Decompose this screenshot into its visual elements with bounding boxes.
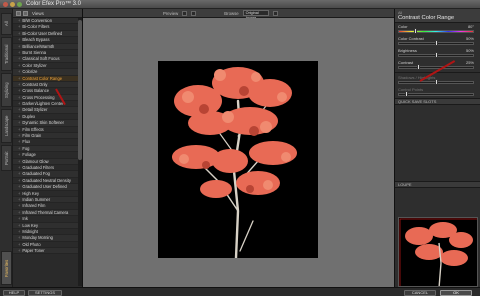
settings-button[interactable]: SETTINGS	[28, 289, 62, 296]
slider-handle[interactable]	[405, 91, 409, 97]
category-tabs: All Traditional Stylizing Landscape Port…	[0, 9, 13, 287]
preview-image[interactable]	[158, 61, 318, 258]
slider-value: 80°	[467, 24, 474, 29]
filter-controls-header: All Contrast Color Range	[395, 9, 480, 23]
view-mode-select[interactable]: Original Image	[242, 10, 269, 20]
slider-track[interactable]	[398, 66, 474, 69]
minimize-window-button[interactable]	[10, 2, 15, 7]
window-controls	[3, 2, 22, 7]
loupe-image	[399, 218, 477, 286]
filter-list: B/W ConversionBi-Color FiltersBi-Color U…	[13, 18, 82, 255]
slider-label: Brightness	[398, 48, 417, 53]
slider-handle[interactable]	[414, 28, 418, 34]
slider-value: 50%	[465, 36, 474, 41]
tab-landscape[interactable]: Landscape	[1, 109, 12, 143]
tree-photo	[172, 67, 297, 258]
view-list-icon[interactable]	[16, 10, 21, 16]
tab-portrait[interactable]: Portrait	[1, 145, 12, 171]
slider-control: Color 80°	[395, 23, 480, 35]
close-window-button[interactable]	[3, 2, 8, 7]
slider-label: Color	[398, 24, 408, 29]
tab-favorites[interactable]: Favorites	[1, 251, 12, 285]
slider-controls: Color 80° Color Contrast 50% Brightness 50% Co…	[395, 23, 480, 98]
loupe-preview[interactable]	[398, 217, 478, 287]
slider-control: Brightness 50%	[395, 47, 480, 59]
filter-list-scrollbar[interactable]	[78, 18, 82, 286]
slider-control: Shadows / Highlights	[395, 74, 480, 86]
slider-handle[interactable]	[435, 40, 438, 46]
filter-list-panel: Views B/W ConversionBi-Color FiltersBi-C…	[13, 9, 83, 287]
help-button[interactable]: HELP	[3, 289, 25, 296]
slider-label: Control Points	[398, 87, 424, 92]
slider-handle[interactable]	[435, 52, 438, 58]
filter-title: Contrast Color Range	[398, 15, 455, 21]
slider-handle[interactable]	[416, 64, 420, 70]
preview-toolbar: Preview Browse Original Image	[83, 9, 394, 20]
compare-icon[interactable]	[272, 10, 278, 16]
cancel-button[interactable]: CANCEL	[404, 289, 436, 296]
filter-list-header: Views	[13, 9, 82, 18]
zoom-window-button[interactable]	[17, 2, 22, 7]
slider-control: Color Contrast 50%	[395, 35, 480, 47]
loupe-section[interactable]: LOUPE	[395, 181, 480, 188]
filter-controls-panel: All Contrast Color Range Color 80° Color C…	[394, 9, 480, 287]
scrollbar-thumb[interactable]	[78, 20, 82, 160]
split-view-icon[interactable]	[191, 10, 197, 16]
tab-traditional[interactable]: Traditional	[1, 37, 12, 71]
quick-save-section[interactable]: QUICK SAVE SLOTS	[395, 98, 480, 105]
preview-canvas[interactable]	[83, 18, 394, 287]
slider-track[interactable]	[398, 93, 474, 96]
ok-button[interactable]: OK	[440, 289, 472, 296]
tab-stylizing[interactable]: Stylizing	[1, 73, 12, 107]
divider	[395, 72, 480, 73]
slider-value: 50%	[465, 48, 474, 53]
filter-item[interactable]: Paper Toner	[13, 248, 82, 255]
slider-track[interactable]	[398, 30, 474, 33]
tab-all[interactable]: All	[1, 13, 12, 35]
bottom-bar: HELP SETTINGS CANCEL OK	[0, 287, 480, 296]
slider-value: 25%	[465, 60, 474, 65]
browse-label: Browse	[224, 10, 239, 16]
preview-checkbox[interactable]	[182, 10, 188, 16]
window-titlebar: Color Efex Pro™ 3.0	[0, 0, 480, 9]
preview-label: Preview	[163, 10, 179, 16]
view-grid-icon[interactable]	[23, 10, 28, 16]
slider-control: Control Points	[395, 86, 480, 98]
slider-label: Color Contrast	[398, 36, 424, 41]
views-label: Views	[32, 10, 44, 16]
window-title: Color Efex Pro™ 3.0	[26, 1, 82, 7]
slider-label: Contrast	[398, 60, 414, 65]
slider-handle[interactable]	[435, 79, 438, 85]
